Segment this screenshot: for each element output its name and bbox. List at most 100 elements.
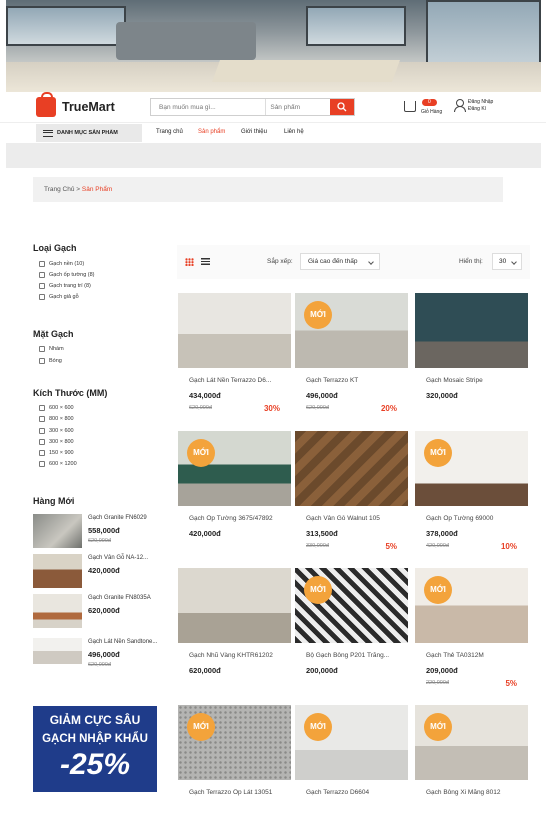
product-price: 378,000đ — [426, 529, 458, 538]
product-name[interactable]: Gạch Terrazzo KT — [306, 377, 406, 384]
checkbox[interactable] — [39, 439, 45, 445]
product-name[interactable]: Gạch Ốp Tường 3675/47892 — [189, 515, 289, 522]
nav-home[interactable]: Trang chủ — [156, 129, 183, 135]
checkbox[interactable] — [39, 428, 45, 434]
product-old-price: 620,000đ — [88, 662, 111, 668]
filter-tile-type-decor[interactable]: Gạch trang trí (8) — [39, 283, 91, 289]
brand-name: TrueMart — [62, 100, 115, 114]
filter-size-item[interactable]: 300 × 600 — [39, 428, 74, 434]
promo-discount: -25% — [59, 748, 131, 781]
product-card[interactable]: MỚI Gạch Terrazzo D6604 — [294, 705, 409, 835]
new-product-item[interactable]: Gạch Granite FN6029 558,000đ 620,000đ — [33, 514, 163, 548]
product-image[interactable] — [415, 293, 528, 368]
product-name[interactable]: Gạch Ốp Tường 69000 — [426, 515, 526, 522]
new-product-item[interactable]: Gạch Granite FN8035A 620,000đ — [33, 594, 163, 628]
product-name[interactable]: Bộ Gạch Bông P201 Trắng... — [306, 652, 406, 659]
filter-tile-type-wall[interactable]: Gạch ốp tường (8) — [39, 272, 95, 278]
sort-label: Sắp xếp: — [267, 258, 293, 265]
search-icon — [337, 102, 347, 112]
product-old-price: 420,000đ — [426, 543, 449, 549]
product-card[interactable]: MỚI Gạch Ốp Tường 3675/47892 420,000đ — [177, 431, 292, 561]
cart-button[interactable]: 0 Giỏ Hàng — [404, 99, 442, 115]
search-button[interactable] — [330, 99, 354, 115]
category-menu-button[interactable]: DANH MỤC SẢN PHẨM — [36, 124, 142, 142]
filter-size-item[interactable]: 300 × 800 — [39, 439, 74, 445]
search-category-select[interactable] — [266, 99, 331, 115]
product-price: 320,000đ — [426, 391, 458, 400]
product-image[interactable] — [178, 293, 291, 368]
category-menu-label: DANH MỤC SẢN PHẨM — [57, 130, 118, 136]
new-product-item[interactable]: Gạch Vân Gỗ NA-12... 420,000đ — [33, 554, 163, 588]
filter-tile-type-floor[interactable]: Gạch nền (10) — [39, 261, 84, 267]
new-badge: MỚI — [304, 713, 332, 741]
product-card[interactable]: MỚI Gạch Bông Xi Măng 8012 — [414, 705, 529, 835]
show-count-select[interactable]: 30 — [492, 253, 522, 270]
checkbox[interactable] — [39, 294, 45, 300]
product-name[interactable]: Gạch Terrazzo Ốp Lát 13051 — [189, 789, 289, 796]
product-thumbnail — [33, 638, 82, 664]
new-badge: MỚI — [187, 713, 215, 741]
product-card[interactable]: Gạch Nhũ Vàng KHTR61202 620,000đ — [177, 568, 292, 698]
search-input[interactable] — [151, 99, 267, 115]
filter-surface-gloss[interactable]: Bóng — [39, 358, 62, 364]
checkbox[interactable] — [39, 416, 45, 422]
product-old-price: 220,000đ — [426, 680, 449, 686]
checkbox[interactable] — [39, 261, 45, 267]
checkbox[interactable] — [39, 405, 45, 411]
breadcrumb-home[interactable]: Trang Chủ — [44, 186, 74, 193]
product-card[interactable]: Gạch Vân Gỗ Walnut 105 313,500đ 330,000đ 5% — [294, 431, 409, 561]
login-link[interactable]: Đăng Nhập — [468, 99, 493, 106]
product-name[interactable]: Gạch Mosaic Stripe — [426, 377, 526, 384]
checkbox[interactable] — [39, 461, 45, 467]
product-name: Gạch Granite FN6029 — [88, 515, 147, 521]
filter-size-item[interactable]: 600 × 1200 — [39, 461, 77, 467]
register-link[interactable]: Đăng Kí — [468, 106, 493, 113]
filter-size-item[interactable]: 150 × 900 — [39, 450, 74, 456]
product-thumbnail — [33, 594, 82, 628]
site-header: TrueMart 0 Giỏ Hàng Đăng Nhập Đăng Kí — [33, 92, 541, 122]
product-name[interactable]: Gạch Thẻ TA0312M — [426, 652, 526, 659]
product-image[interactable] — [178, 568, 291, 643]
nav-products[interactable]: Sản phẩm — [198, 129, 225, 135]
checkbox[interactable] — [39, 272, 45, 278]
product-name[interactable]: Gạch Vân Gỗ Walnut 105 — [306, 515, 406, 522]
product-card[interactable]: MỚI Gạch Thẻ TA0312M 209,000đ 220,000đ 5% — [414, 568, 529, 698]
product-card[interactable]: MỚI Gạch Ốp Tường 69000 378,000đ 420,000đ 10… — [414, 431, 529, 561]
filter-surface-matte[interactable]: Nhám — [39, 346, 64, 352]
account-menu[interactable]: Đăng Nhập Đăng Kí — [454, 99, 493, 112]
product-name[interactable]: Gạch Bông Xi Măng 8012 — [426, 789, 526, 796]
filter-title-tile-type: Loại Gạch — [33, 243, 77, 253]
list-view-icon[interactable] — [201, 258, 210, 266]
breadcrumb: Trang Chủ > Sản Phẩm — [33, 177, 503, 202]
product-thumbnail — [33, 514, 82, 548]
product-card[interactable]: MỚI Bộ Gạch Bông P201 Trắng... 200,000đ — [294, 568, 409, 698]
product-name[interactable]: Gạch Terrazzo D6604 — [306, 789, 406, 796]
checkbox[interactable] — [39, 358, 45, 364]
filter-size-item[interactable]: 600 × 600 — [39, 405, 74, 411]
logo[interactable]: TrueMart — [36, 92, 115, 117]
grid-view-icon[interactable] — [185, 258, 194, 266]
product-card[interactable]: MỚI Gạch Terrazzo Ốp Lát 13051 — [177, 705, 292, 835]
product-card[interactable]: MỚI Gạch Terrazzo KT 496,000đ 620,000đ 20% — [294, 293, 409, 423]
product-card[interactable]: Gạch Lát Nền Terrazzo D6... 434,000đ 620,0… — [177, 293, 292, 423]
filter-tile-type-wood[interactable]: Gạch giả gỗ — [39, 294, 79, 300]
product-name[interactable]: Gạch Lát Nền Terrazzo D6... — [189, 377, 289, 384]
checkbox[interactable] — [39, 283, 45, 289]
product-thumbnail — [33, 554, 82, 588]
nav-contact[interactable]: Liên hệ — [284, 129, 304, 135]
discount-badge: 5% — [385, 542, 397, 551]
checkbox[interactable] — [39, 346, 45, 352]
product-name[interactable]: Gạch Nhũ Vàng KHTR61202 — [189, 652, 289, 659]
nav-about[interactable]: Giới thiệu — [241, 129, 267, 135]
user-icon — [454, 99, 466, 112]
filter-size-item[interactable]: 800 × 800 — [39, 416, 74, 422]
product-card[interactable]: Gạch Mosaic Stripe 320,000đ — [414, 293, 529, 423]
sort-select[interactable]: Giá cao đến thấp — [300, 253, 380, 270]
promo-banner[interactable]: GIẢM CỰC SÂU GẠCH NHẬP KHẨU -25% — [33, 706, 157, 792]
new-product-item[interactable]: Gạch Lát Nền Sandtone... 496,000đ 620,00… — [33, 638, 163, 668]
product-price: 209,000đ — [426, 666, 458, 675]
checkbox[interactable] — [39, 450, 45, 456]
promo-line-1: GIẢM CỰC SÂU — [49, 713, 141, 727]
new-badge: MỚI — [304, 576, 332, 604]
product-image[interactable] — [295, 431, 408, 506]
